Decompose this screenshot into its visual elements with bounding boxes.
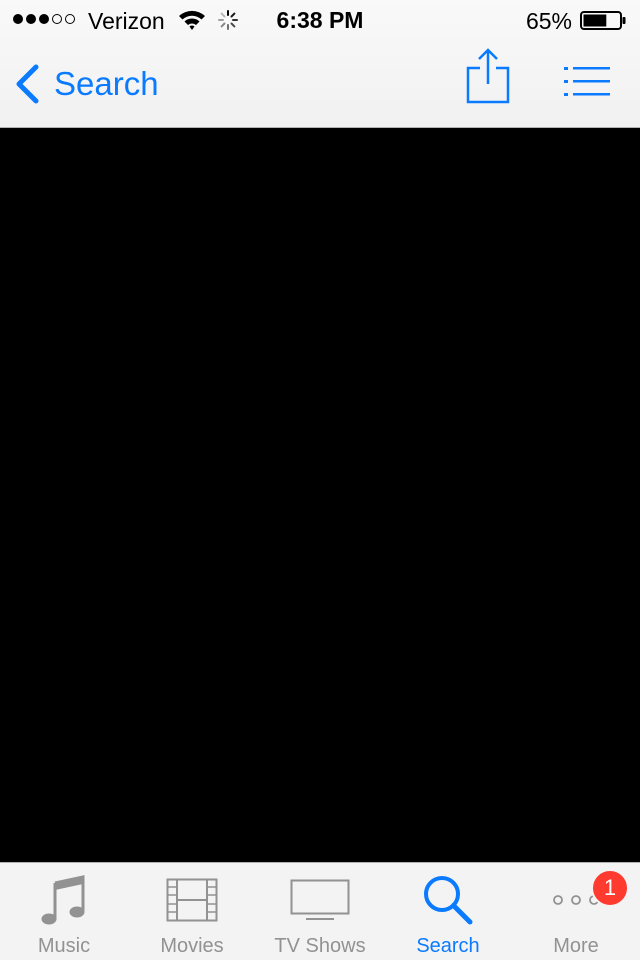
- battery-icon: [580, 11, 626, 30]
- status-bar: Verizon 6:38 PM 65%: [0, 0, 640, 40]
- back-button[interactable]: Search: [14, 62, 159, 106]
- tab-more-label: More: [553, 935, 599, 957]
- tab-search-label: Search: [416, 935, 480, 957]
- share-icon[interactable]: [462, 46, 514, 106]
- top-bar: Verizon 6:38 PM 65% Search: [0, 0, 640, 128]
- list-icon[interactable]: [562, 62, 612, 102]
- tab-music-label: Music: [37, 935, 91, 957]
- chevron-left-icon: [16, 64, 39, 104]
- tab-movies-label: Movies: [160, 935, 224, 957]
- tv-icon: [290, 879, 350, 920]
- content-area: [0, 128, 640, 862]
- tab-search[interactable]: Search: [384, 863, 512, 960]
- film-strip-icon: [166, 878, 218, 922]
- tab-bar: Music Movies TV Shows Search More: [0, 862, 640, 960]
- tab-tv-shows-label: TV Shows: [274, 935, 366, 957]
- screen: Verizon 6:38 PM 65% Search Music Movies …: [0, 0, 640, 960]
- search-icon: [424, 876, 473, 925]
- tab-movies[interactable]: Movies: [128, 863, 256, 960]
- notification-badge: 1: [591, 869, 629, 907]
- music-note-icon: [41, 875, 85, 925]
- tab-tv-shows[interactable]: TV Shows: [256, 863, 384, 960]
- tab-music[interactable]: Music: [0, 863, 128, 960]
- battery-percentage: 65%: [525, 8, 572, 34]
- back-button-label: Search: [54, 65, 159, 102]
